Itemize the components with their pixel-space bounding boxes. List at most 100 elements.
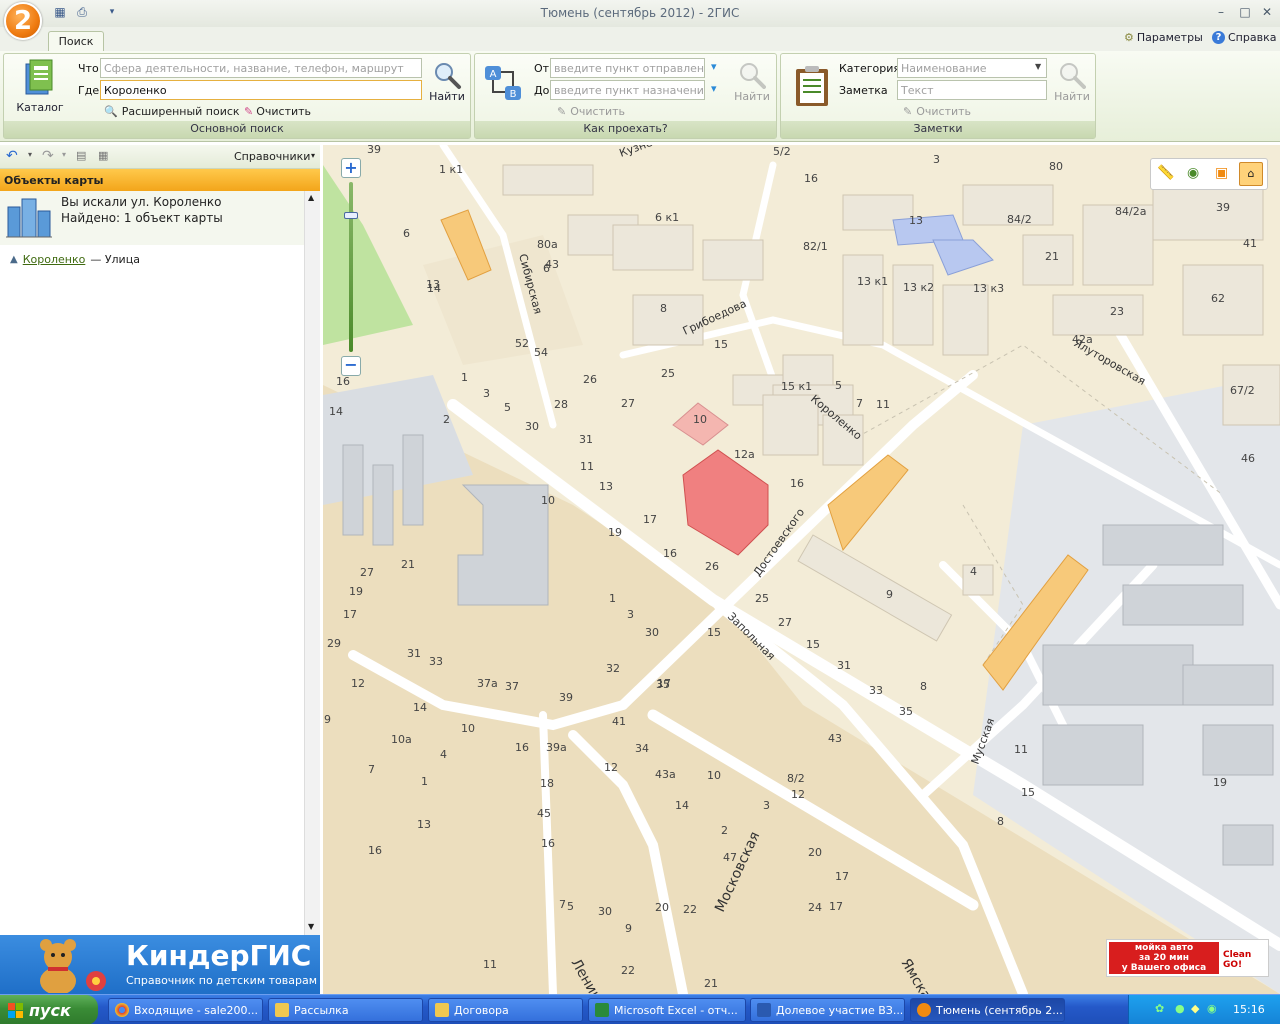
map-view[interactable]: Кузнецова Сибирская Грибоедова Короленко… bbox=[323, 145, 1280, 994]
to-input[interactable]: введите пункт назначения bbox=[550, 80, 705, 100]
find-label: Найти bbox=[429, 90, 465, 103]
house-number-label: 15 к1 bbox=[781, 380, 812, 393]
house-number-label: 9 bbox=[625, 922, 632, 935]
house-number-label: 37а bbox=[477, 677, 498, 690]
tray-icon[interactable]: ● bbox=[1175, 1002, 1185, 1015]
house-number-label: 84/2а bbox=[1115, 205, 1146, 218]
close-button[interactable]: ✕ bbox=[1258, 4, 1276, 20]
notes-clear-button[interactable]: ✎ Очистить bbox=[903, 105, 971, 118]
back-icon[interactable]: ↶ bbox=[6, 148, 18, 164]
scroll-down-icon[interactable]: ▼ bbox=[308, 922, 314, 931]
note-input[interactable]: Текст bbox=[897, 80, 1047, 100]
maximize-button[interactable]: □ bbox=[1236, 4, 1254, 20]
house-number-label: 15 bbox=[707, 626, 721, 639]
house-number-label: 39 bbox=[367, 145, 381, 156]
house-number-label: 16 bbox=[541, 837, 555, 850]
find-button[interactable]: Найти bbox=[426, 60, 468, 103]
house-number-label: 5 bbox=[567, 900, 574, 913]
to-pick-icon[interactable]: ▾ bbox=[711, 82, 717, 95]
house-number-label: 13 к2 bbox=[903, 281, 934, 294]
what-label: Что bbox=[78, 62, 99, 75]
forward-icon[interactable]: ↷ bbox=[42, 148, 54, 164]
ribbon: Каталог Что Сфера деятельности, название… bbox=[0, 51, 1280, 142]
tray-icon[interactable]: ◆ bbox=[1191, 1002, 1199, 1015]
task-label: Microsoft Excel - отч... bbox=[614, 1003, 738, 1017]
advanced-search-button[interactable]: 🔍 Расширенный поиск bbox=[104, 105, 240, 118]
map-canvas[interactable]: Кузнецова Сибирская Грибоедова Короленко… bbox=[323, 145, 1280, 994]
help-link[interactable]: ? Справка bbox=[1212, 31, 1276, 44]
task-folder-contracts[interactable]: Договора bbox=[428, 998, 583, 1022]
house-number-label: 17 bbox=[343, 608, 357, 621]
eraser-icon: ✎ bbox=[557, 105, 567, 118]
tray-icon[interactable]: ◉ bbox=[1207, 1002, 1217, 1015]
forward-menu-icon[interactable]: ▾ bbox=[62, 150, 66, 159]
house-number-label: 52 bbox=[515, 337, 529, 350]
params-link[interactable]: ⚙ Параметры bbox=[1124, 31, 1203, 44]
directories-dropdown[interactable]: Справочники bbox=[234, 150, 310, 163]
house-number-label: 30 bbox=[645, 626, 659, 639]
route-find-button[interactable]: Найти bbox=[731, 60, 773, 103]
ad-line3: у Вашего офиса bbox=[1121, 963, 1207, 973]
globe-icon[interactable]: ◉ bbox=[1187, 165, 1199, 181]
scroll-up-icon[interactable]: ▲ bbox=[308, 193, 314, 202]
kindergis-banner[interactable]: КиндерГИС Справочник по детским товарам bbox=[0, 935, 320, 994]
route-clear-button[interactable]: ✎ Очистить bbox=[557, 105, 625, 118]
ruler-icon[interactable]: 📏 bbox=[1157, 165, 1174, 181]
task-2gis[interactable]: Тюмень (сентябрь 2... bbox=[910, 998, 1065, 1022]
task-label: Тюмень (сентябрь 2... bbox=[936, 1003, 1063, 1017]
zoom-slider-handle[interactable] bbox=[344, 212, 358, 219]
eraser-icon: ✎ bbox=[244, 105, 254, 118]
task-excel[interactable]: Microsoft Excel - отч... bbox=[588, 998, 746, 1022]
save-icon[interactable]: ▦ bbox=[52, 5, 68, 20]
house-number-label: 8/2 bbox=[787, 772, 805, 785]
zoom-track[interactable] bbox=[349, 182, 353, 352]
group-main-search: Каталог Что Сфера деятельности, название… bbox=[3, 53, 471, 139]
to-label: До bbox=[534, 84, 550, 97]
windows-logo-icon bbox=[8, 1002, 23, 1018]
list-item[interactable]: ▲ Короленко — Улица bbox=[10, 253, 140, 266]
zoom-in-button[interactable]: + bbox=[341, 158, 361, 178]
task-folder-mailing[interactable]: Рассылка bbox=[268, 998, 423, 1022]
task-word[interactable]: Долевое участие ВЗ... bbox=[750, 998, 905, 1022]
word-icon bbox=[757, 1003, 771, 1017]
minimize-button[interactable]: – bbox=[1212, 4, 1230, 20]
house-number-label: 21 bbox=[1045, 250, 1059, 263]
app-logo-button[interactable]: 2 bbox=[4, 2, 42, 40]
quick-access-menu-icon[interactable]: ▾ bbox=[104, 5, 120, 20]
tray-icon[interactable]: ✿ bbox=[1155, 1002, 1164, 1015]
task-chrome[interactable]: Входящие - sale200... bbox=[108, 998, 263, 1022]
ad-banner[interactable]: мойка авто за 20 мин у Вашего офиса Clea… bbox=[1106, 939, 1269, 977]
what-input[interactable]: Сфера деятельности, название, телефон, м… bbox=[100, 58, 422, 78]
collapse-icon[interactable]: ▦ bbox=[98, 149, 108, 162]
house-number-label: 17 bbox=[657, 677, 671, 690]
back-menu-icon[interactable]: ▾ bbox=[28, 150, 32, 159]
from-pick-icon[interactable]: ▾ bbox=[711, 60, 717, 73]
3d-buildings-icon[interactable]: ⌂ bbox=[1239, 162, 1263, 186]
notes-find-button[interactable]: Найти bbox=[1051, 60, 1093, 103]
house-number-label: 41 bbox=[1243, 237, 1257, 250]
advanced-search-label: Расширенный поиск bbox=[121, 105, 240, 118]
house-number-label: 8 bbox=[997, 815, 1004, 828]
where-input[interactable]: Короленко bbox=[100, 80, 422, 100]
house-number-label: 21 bbox=[401, 558, 415, 571]
clear-button[interactable]: ✎ Очистить bbox=[244, 105, 311, 118]
route-find-label: Найти bbox=[734, 90, 770, 103]
zoom-out-button[interactable]: − bbox=[341, 356, 361, 376]
house-number-label: 39а bbox=[546, 741, 567, 754]
house-number-label: 20 bbox=[808, 846, 822, 859]
tab-search[interactable]: Поиск bbox=[48, 31, 104, 52]
result-link[interactable]: Короленко bbox=[23, 253, 86, 266]
house-number-label: 20 bbox=[655, 901, 669, 914]
catalog-button[interactable]: Каталог bbox=[14, 58, 66, 114]
start-button[interactable]: пуск bbox=[0, 995, 98, 1024]
house-number-label: 11 bbox=[483, 958, 497, 971]
search-icon bbox=[740, 63, 766, 89]
house-number-label: 9 bbox=[886, 588, 893, 601]
print-icon[interactable]: ⎙ bbox=[74, 5, 90, 20]
from-input[interactable]: введите пункт отправления bbox=[550, 58, 705, 78]
left-scrollbar[interactable]: ▲ ▼ bbox=[304, 191, 320, 935]
category-select[interactable]: Наименование bbox=[897, 58, 1047, 78]
catalog-icon bbox=[25, 59, 53, 95]
list-icon[interactable]: ▤ bbox=[76, 149, 86, 162]
layers-icon[interactable]: ▣ bbox=[1215, 165, 1228, 181]
